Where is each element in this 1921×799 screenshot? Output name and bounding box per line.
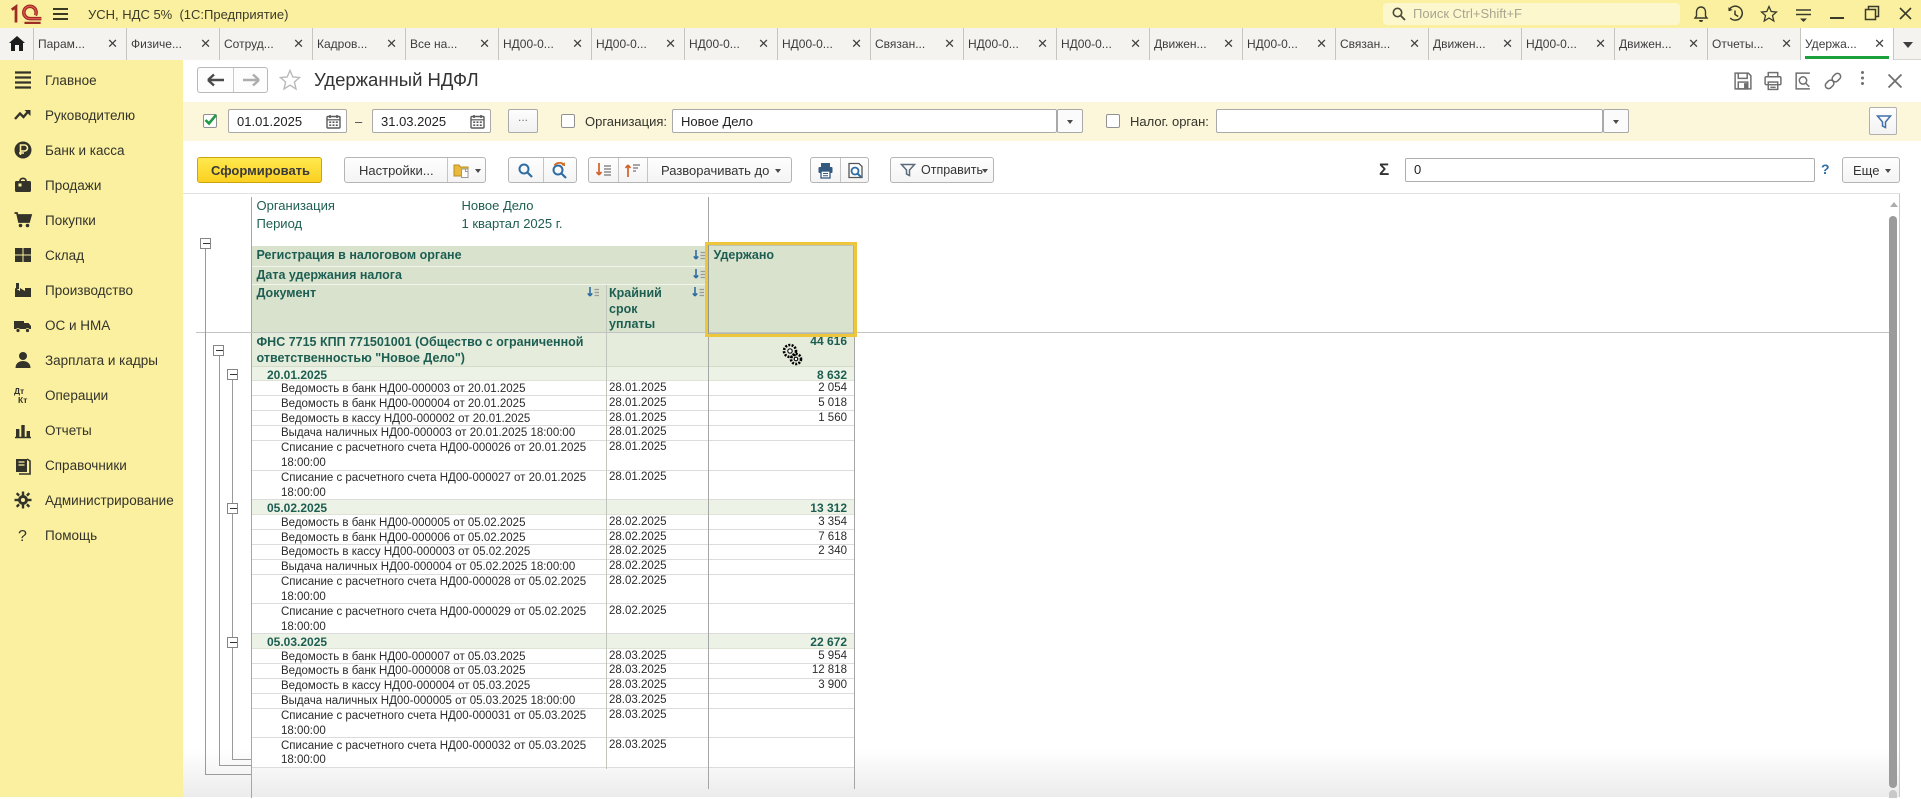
svg-text:Кт: Кт bbox=[18, 395, 27, 405]
svg-text:?: ? bbox=[18, 528, 27, 545]
